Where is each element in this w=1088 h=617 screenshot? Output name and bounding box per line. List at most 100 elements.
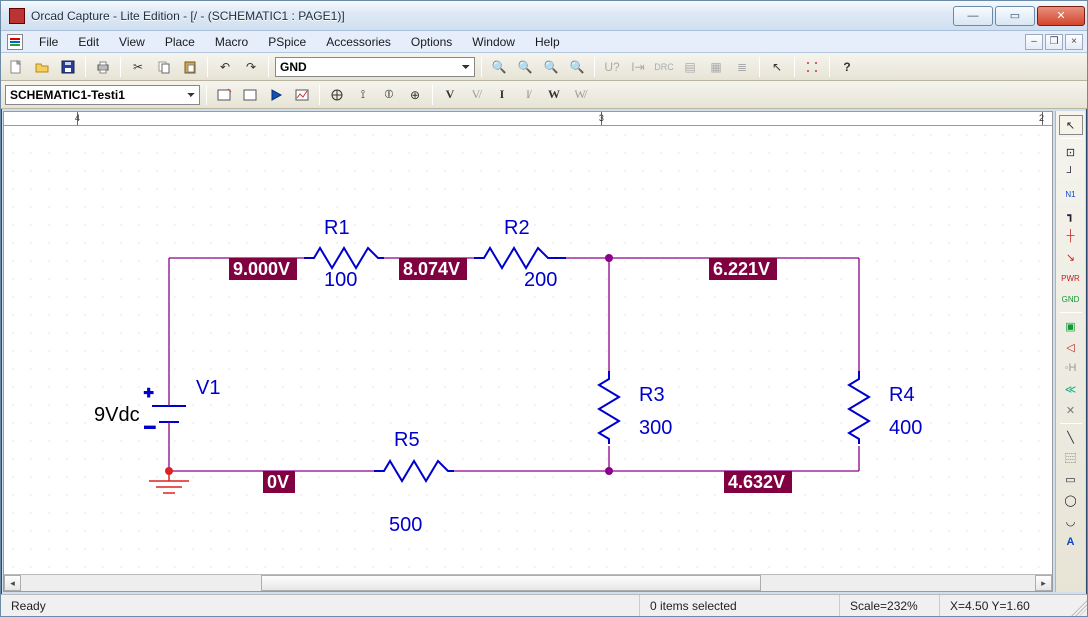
new-sim-profile-button[interactable] xyxy=(213,84,235,106)
zoom-out-button[interactable]: 🔍 xyxy=(514,56,536,78)
draw-polyline-icon[interactable]: ⿳ xyxy=(1059,448,1083,468)
toggle-i-button[interactable]: I xyxy=(491,84,513,106)
mdi-close-button[interactable]: × xyxy=(1065,34,1083,50)
bom-button[interactable]: ≣ xyxy=(731,56,753,78)
place-hierpin-icon[interactable]: ◦H xyxy=(1059,358,1083,378)
place-junction-icon[interactable]: ┼ xyxy=(1059,226,1083,246)
toggle-i-off-button[interactable]: I̸ xyxy=(517,84,539,106)
label-r4[interactable]: R4 xyxy=(889,384,915,406)
close-button[interactable]: ✕ xyxy=(1037,6,1085,26)
run-sim-button[interactable] xyxy=(265,84,287,106)
select-tool-icon[interactable]: ↖ xyxy=(1059,115,1083,135)
place-busentry-icon[interactable]: ↘ xyxy=(1059,247,1083,267)
menu-pspice[interactable]: PSpice xyxy=(258,33,316,51)
probe-0v[interactable]: 0V xyxy=(263,471,295,493)
select-tool-button[interactable]: ↖ xyxy=(766,56,788,78)
draw-line-icon[interactable]: ╲ xyxy=(1059,427,1083,447)
ground-symbol[interactable] xyxy=(149,471,189,493)
label-v1[interactable]: V1 xyxy=(196,377,220,399)
titlebar[interactable]: Orcad Capture - Lite Edition - [/ - (SCH… xyxy=(1,1,1087,31)
menu-edit[interactable]: Edit xyxy=(68,33,109,51)
minimize-button[interactable]: — xyxy=(953,6,993,26)
print-button[interactable] xyxy=(92,56,114,78)
schematic-canvas[interactable]: + − V1 9Vdc R1 xyxy=(4,126,1052,574)
cut-button[interactable]: ✂ xyxy=(127,56,149,78)
value-r5[interactable]: 500 xyxy=(389,514,422,536)
zoom-area-button[interactable]: 🔍 xyxy=(540,56,562,78)
net-name-combo[interactable]: GND xyxy=(275,57,475,77)
label-r1[interactable]: R1 xyxy=(324,217,350,239)
menu-file[interactable]: File xyxy=(29,33,68,51)
probe-9v[interactable]: 9.000V xyxy=(229,258,297,280)
scroll-right-button[interactable]: ▸ xyxy=(1035,575,1052,591)
paste-button[interactable] xyxy=(179,56,201,78)
place-power-icon[interactable]: PWR xyxy=(1059,268,1083,288)
save-button[interactable] xyxy=(57,56,79,78)
menu-accessories[interactable]: Accessories xyxy=(316,33,401,51)
component-r5[interactable] xyxy=(374,461,454,481)
value-v1[interactable]: 9Vdc xyxy=(94,404,140,426)
menu-place[interactable]: Place xyxy=(155,33,205,51)
redo-button[interactable]: ↷ xyxy=(240,56,262,78)
place-noconnect-icon[interactable]: ✕ xyxy=(1059,400,1083,420)
draw-ellipse-icon[interactable]: ◯ xyxy=(1059,490,1083,510)
voltage-probe-button[interactable] xyxy=(326,84,348,106)
copy-button[interactable] xyxy=(153,56,175,78)
power-probe-button[interactable]: ⊕ xyxy=(404,84,426,106)
mdi-restore-button[interactable]: ❐ xyxy=(1045,34,1063,50)
place-bus-icon[interactable]: ┓ xyxy=(1059,205,1083,225)
probe-4v[interactable]: 4.632V xyxy=(724,471,792,493)
current-probe-button[interactable]: ⟟ xyxy=(352,84,374,106)
menu-view[interactable]: View xyxy=(109,33,155,51)
diff-probe-button[interactable]: ⦶ xyxy=(378,84,400,106)
menu-macro[interactable]: Macro xyxy=(205,33,258,51)
document-icon[interactable] xyxy=(7,34,23,50)
toggle-w-off-button[interactable]: W̸ xyxy=(569,84,591,106)
view-results-button[interactable] xyxy=(291,84,313,106)
place-ground-icon[interactable]: GND xyxy=(1059,289,1083,309)
zoom-fit-button[interactable]: 🔍 xyxy=(566,56,588,78)
menu-window[interactable]: Window xyxy=(462,33,525,51)
place-part-icon[interactable]: ⊡ xyxy=(1059,142,1083,162)
component-r2[interactable] xyxy=(474,248,566,268)
value-r4[interactable]: 400 xyxy=(889,417,922,439)
edit-sim-profile-button[interactable] xyxy=(239,84,261,106)
label-r5[interactable]: R5 xyxy=(394,429,420,451)
component-v1[interactable]: + − xyxy=(144,385,186,439)
open-button[interactable] xyxy=(31,56,53,78)
label-r2[interactable]: R2 xyxy=(504,217,530,239)
help-button[interactable]: ? xyxy=(836,56,858,78)
netlist-button[interactable]: ▤ xyxy=(679,56,701,78)
resize-grip-icon[interactable] xyxy=(1069,595,1087,616)
probe-8v[interactable]: 8.074V xyxy=(399,258,467,280)
draw-arc-icon[interactable]: ◡ xyxy=(1059,511,1083,531)
value-r3[interactable]: 300 xyxy=(639,417,672,439)
component-r4[interactable] xyxy=(849,371,869,444)
snap-grid-button[interactable] xyxy=(801,56,823,78)
place-hierblock-icon[interactable]: ▣ xyxy=(1059,316,1083,336)
place-text-icon[interactable]: A xyxy=(1059,532,1083,552)
place-netalias-icon[interactable]: N1 xyxy=(1059,184,1083,204)
drc-button[interactable]: DRC xyxy=(653,56,675,78)
horizontal-scrollbar[interactable]: ◂ ▸ xyxy=(4,574,1052,591)
annotate-i-button[interactable]: I⇥ xyxy=(627,56,649,78)
draw-rect-icon[interactable]: ▭ xyxy=(1059,469,1083,489)
value-r2[interactable]: 200 xyxy=(524,269,557,291)
crossref-button[interactable]: ▦ xyxy=(705,56,727,78)
component-r1[interactable] xyxy=(304,248,384,268)
label-r3[interactable]: R3 xyxy=(639,384,665,406)
toggle-v-off-button[interactable]: V̸ xyxy=(465,84,487,106)
undo-button[interactable]: ↶ xyxy=(214,56,236,78)
menu-help[interactable]: Help xyxy=(525,33,570,51)
component-r3[interactable] xyxy=(599,371,619,444)
place-wire-icon[interactable]: ┘ xyxy=(1059,163,1083,183)
toggle-v-button[interactable]: V xyxy=(439,84,461,106)
annotate-u-button[interactable]: U? xyxy=(601,56,623,78)
zoom-in-button[interactable]: 🔍 xyxy=(488,56,510,78)
toggle-w-button[interactable]: W xyxy=(543,84,565,106)
scroll-thumb[interactable] xyxy=(261,575,761,591)
maximize-button[interactable]: ▭ xyxy=(995,6,1035,26)
probe-6v[interactable]: 6.221V xyxy=(709,258,777,280)
place-hierport-icon[interactable]: ◁ xyxy=(1059,337,1083,357)
mdi-minimize-button[interactable]: – xyxy=(1025,34,1043,50)
